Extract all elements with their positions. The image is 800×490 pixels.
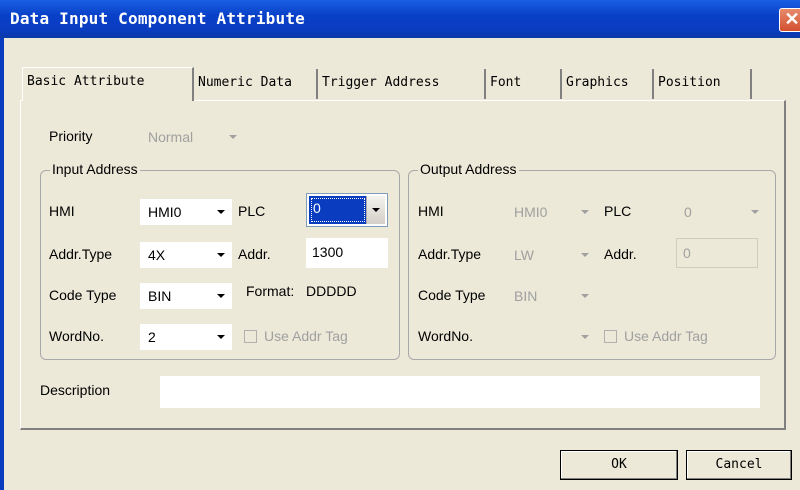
tab-label: Font <box>490 75 522 90</box>
output-wordno-select <box>506 324 596 350</box>
input-addr-type-value: 4X <box>148 247 166 263</box>
input-wordno-label: WordNo. <box>49 328 104 344</box>
tab-graphics[interactable]: Graphics <box>562 69 654 99</box>
tab-font[interactable]: Font <box>486 69 562 99</box>
output-wordno-label: WordNo. <box>418 328 473 344</box>
chevron-down-icon <box>576 244 594 264</box>
output-hmi-label: HMI <box>418 203 444 219</box>
chevron-down-icon <box>212 326 230 346</box>
description-label: Description <box>40 382 111 398</box>
tab-label: Position <box>658 75 721 90</box>
cancel-button[interactable]: Cancel <box>686 450 792 480</box>
output-code-type-value: BIN <box>514 288 538 304</box>
input-use-addr-tag-label: Use Addr Tag <box>264 328 348 344</box>
output-code-type-label: Code Type <box>418 287 486 303</box>
tab-numeric-data[interactable]: Numeric Data <box>194 69 318 99</box>
output-addr-type-label: Addr.Type <box>418 246 482 262</box>
output-use-addr-tag-checkbox <box>604 330 617 343</box>
input-hmi-label: HMI <box>49 203 75 219</box>
input-addr-type-label: Addr.Type <box>49 246 113 262</box>
tab-label: Basic Attribute <box>27 74 145 89</box>
input-plc-value: 0 <box>313 200 321 216</box>
input-format-label: Format: <box>246 283 295 299</box>
output-code-type-select: BIN <box>506 283 596 309</box>
input-code-type-select[interactable]: BIN <box>140 283 232 309</box>
chevron-down-icon <box>212 201 230 221</box>
input-addr-value: 1300 <box>312 244 344 260</box>
chevron-down-icon <box>212 244 230 264</box>
tab-label: Numeric Data <box>198 75 292 90</box>
output-hmi-select: HMI0 <box>506 199 596 225</box>
tab-basic-attribute[interactable]: Basic Attribute <box>22 67 194 101</box>
input-addr-type-select[interactable]: 4X <box>140 242 232 268</box>
output-plc-select: 0 <box>676 199 766 225</box>
input-plc-select[interactable]: 0 <box>306 193 388 227</box>
priority-value: Normal <box>148 129 194 145</box>
output-plc-label: PLC <box>604 203 632 219</box>
input-wordno-value: 2 <box>148 329 156 345</box>
title-bar: Data Input Component Attribute ✕ <box>0 0 800 38</box>
description-field[interactable] <box>160 376 760 408</box>
chevron-down-icon <box>576 285 594 305</box>
input-addr-label: Addr. <box>238 246 271 262</box>
tab-label: Trigger Address <box>322 75 440 90</box>
chevron-down-icon <box>366 196 385 224</box>
output-use-addr-tag-label: Use Addr Tag <box>624 328 708 344</box>
close-icon: ✕ <box>784 9 800 29</box>
input-format-value: DDDDD <box>306 283 357 299</box>
output-addr-value: 0 <box>683 245 691 261</box>
tab-trigger-address[interactable]: Trigger Address <box>318 69 486 99</box>
tab-position[interactable]: Position <box>654 69 752 99</box>
input-hmi-value: HMI0 <box>148 204 182 220</box>
input-addr-field[interactable]: 1300 <box>306 238 388 268</box>
window-title: Data Input Component Attribute <box>10 9 305 28</box>
input-wordno-select[interactable]: 2 <box>140 324 232 350</box>
priority-select: Normal <box>140 124 244 150</box>
input-plc-label: PLC <box>238 203 266 219</box>
chevron-down-icon <box>746 201 764 221</box>
chevron-down-icon <box>212 285 230 305</box>
ok-button[interactable]: OK <box>560 450 678 480</box>
close-button[interactable]: ✕ <box>779 8 800 32</box>
output-addr-field: 0 <box>676 238 758 268</box>
input-hmi-select[interactable]: HMI0 <box>140 199 232 225</box>
output-addr-type-select: LW <box>506 242 596 268</box>
input-code-type-value: BIN <box>148 288 172 304</box>
tab-label: Graphics <box>566 75 629 90</box>
output-hmi-value: HMI0 <box>514 204 548 220</box>
chevron-down-icon <box>576 201 594 221</box>
input-use-addr-tag-checkbox[interactable] <box>244 330 257 343</box>
input-code-type-label: Code Type <box>49 287 117 303</box>
output-address-title: Output Address <box>418 161 519 177</box>
output-plc-value: 0 <box>684 204 692 220</box>
output-addr-type-value: LW <box>514 247 534 263</box>
chevron-down-icon <box>576 326 594 346</box>
chevron-down-icon <box>224 126 242 146</box>
output-addr-label: Addr. <box>604 246 637 262</box>
priority-label: Priority <box>49 128 93 144</box>
input-address-title: Input Address <box>50 161 140 177</box>
